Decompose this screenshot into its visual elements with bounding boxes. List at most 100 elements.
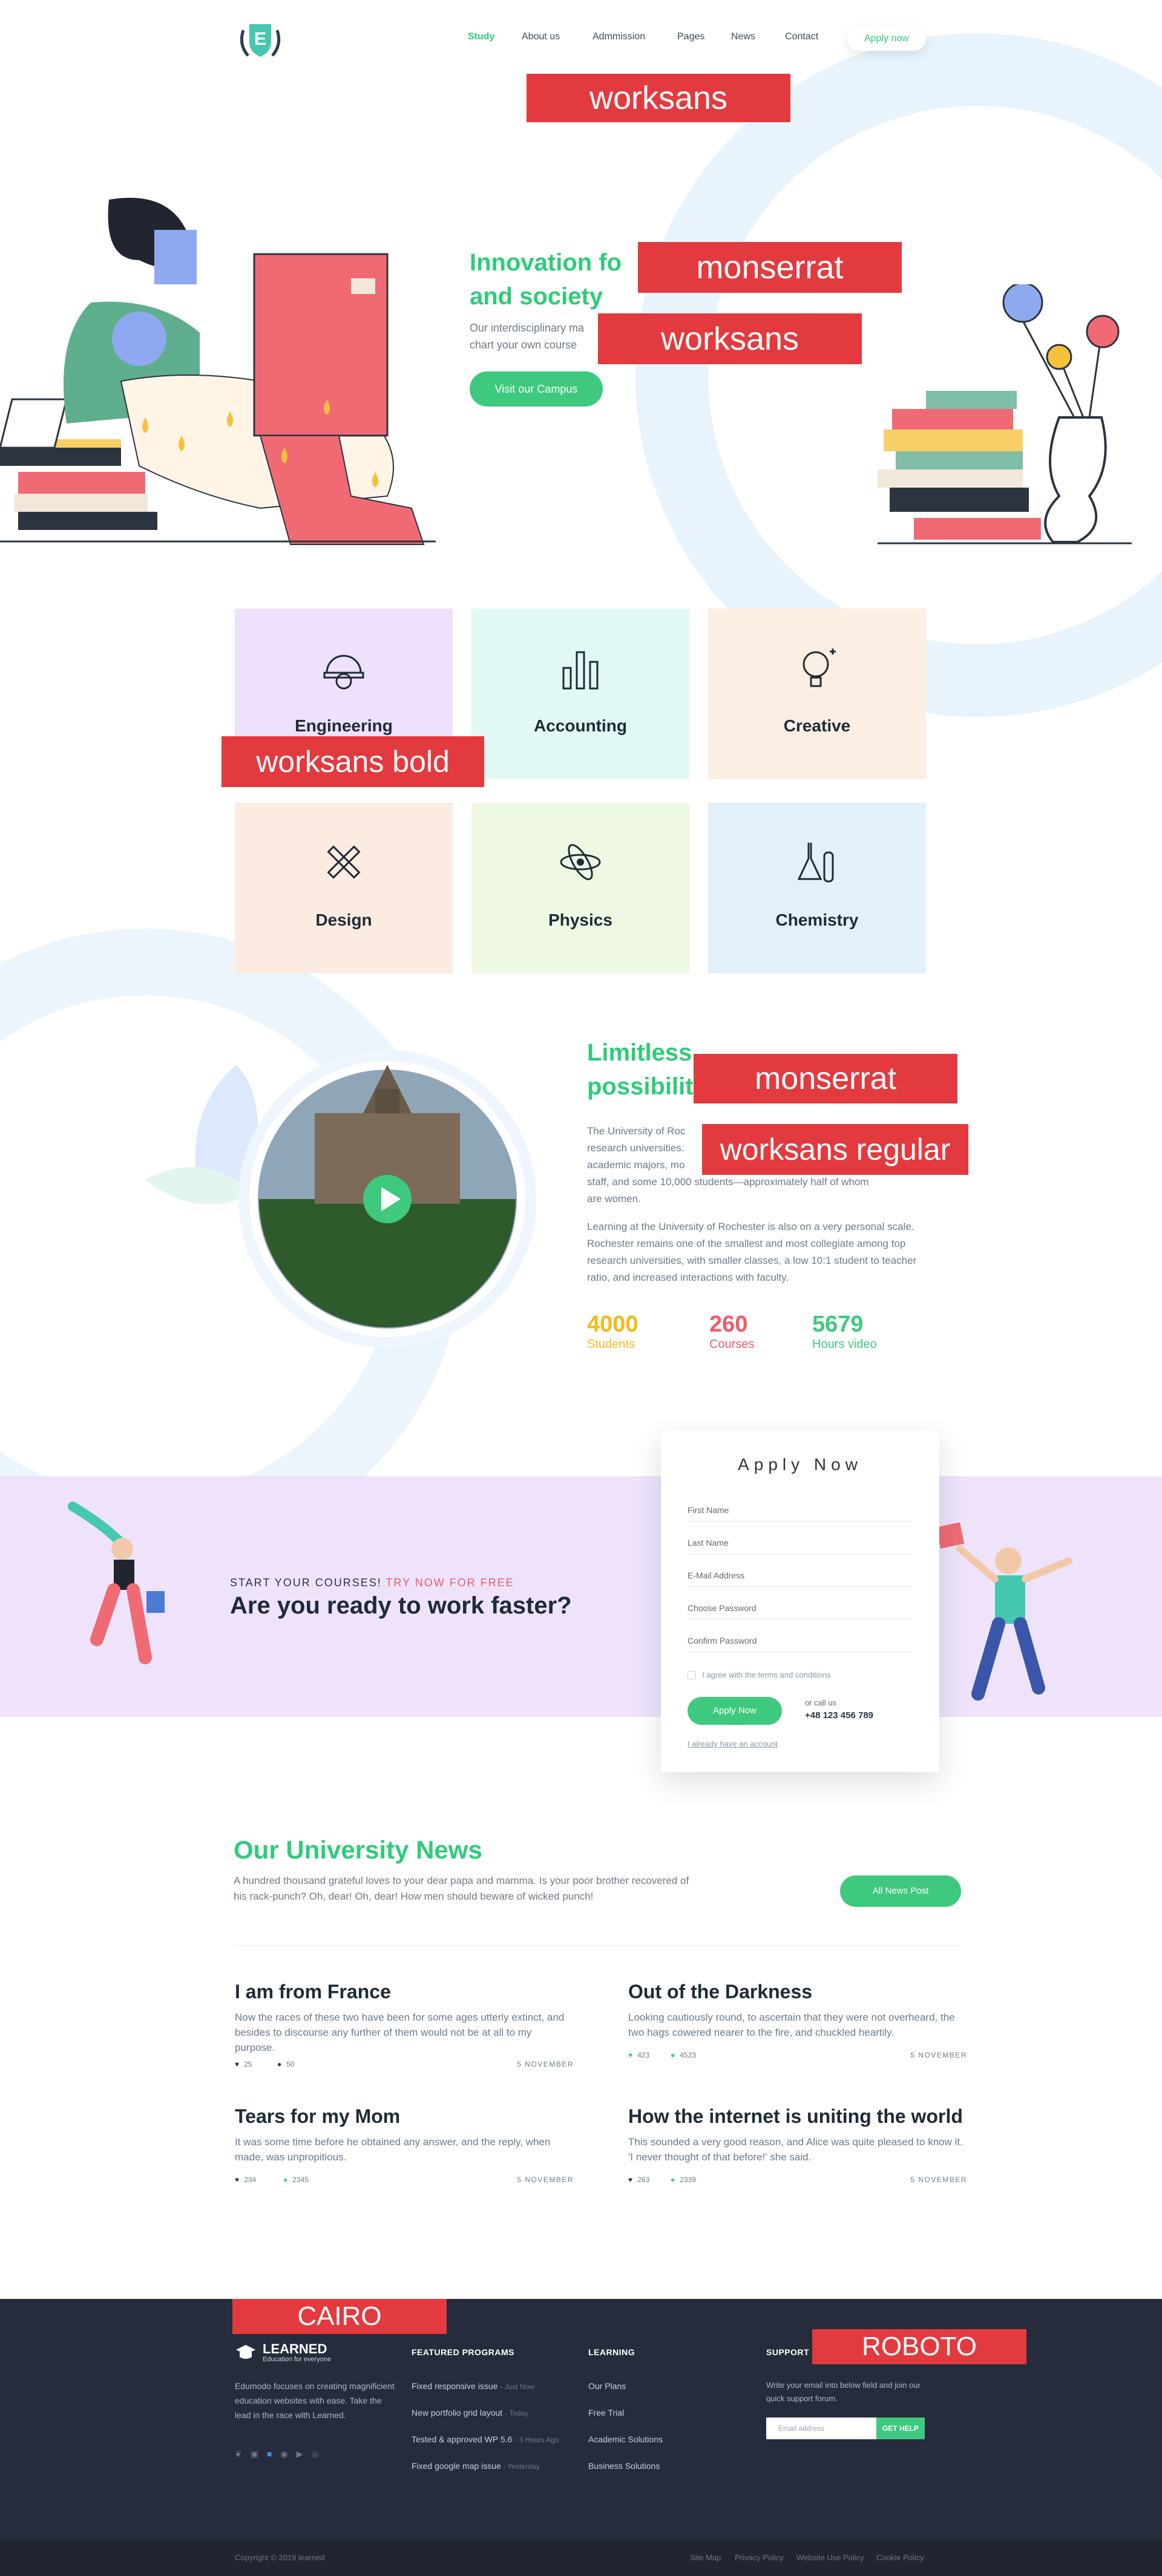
facebook-icon[interactable]: ■: [267, 2449, 272, 2459]
nav-study[interactable]: Study: [468, 31, 494, 42]
news-post[interactable]: Out of the Darkness Looking cautiously r…: [628, 1979, 967, 2063]
apply-form-card: Apply Now First Name Last Name E-Mail Ad…: [661, 1431, 939, 1772]
atom-icon: [560, 844, 601, 880]
bar-chart-icon: [562, 651, 599, 690]
nav-pages[interactable]: Pages: [677, 31, 704, 42]
link-text: New portfolio grid layout: [412, 2408, 503, 2417]
email-input[interactable]: Email address: [766, 2417, 876, 2439]
copyright-bar: [0, 2541, 1162, 2576]
youtube-icon[interactable]: ▶: [297, 2449, 303, 2459]
post-title[interactable]: Out of the Darkness: [628, 1979, 967, 2004]
bottom-link[interactable]: Site Map: [690, 2553, 721, 2562]
email-field[interactable]: E-Mail Address: [688, 1564, 913, 1587]
post-meta: ♥ 263 ● 2339 5 NOVEMBER: [628, 2173, 967, 2188]
likes[interactable]: ♥ 423: [628, 2051, 649, 2059]
post-title[interactable]: I am from France: [235, 1979, 574, 2004]
jumping-boy-illustration: [936, 1522, 1072, 1701]
visit-campus-button[interactable]: Visit our Campus: [470, 371, 603, 407]
about-line: are women.: [587, 1193, 641, 1205]
pinterest-icon[interactable]: ◉: [280, 2449, 287, 2459]
bottom-link[interactable]: Privacy Policy: [735, 2553, 784, 2562]
font-tag: worksans regular: [702, 1124, 968, 1175]
comment-count: 4523: [680, 2051, 696, 2059]
footer-link[interactable]: Academic Solutions: [588, 2434, 663, 2444]
likes[interactable]: ♥ 25: [235, 2060, 252, 2068]
post-title[interactable]: Tears for my Mom: [235, 2104, 574, 2128]
comment-icon: ●: [671, 2051, 675, 2059]
news-post[interactable]: How the internet is uniting the world Th…: [628, 2104, 967, 2188]
jumping-girl-illustration: [68, 1502, 165, 1664]
footer-link[interactable]: Business Solutions: [588, 2461, 660, 2471]
password-field[interactable]: Choose Password: [688, 1597, 913, 1620]
comments[interactable]: ● 2345: [283, 2176, 309, 2184]
footer-link[interactable]: New portfolio grid layout - Today: [412, 2408, 528, 2417]
dribbble-icon[interactable]: ◎: [311, 2449, 318, 2459]
comment-icon: ●: [277, 2060, 282, 2068]
post-date: 5 NOVEMBER: [517, 2176, 574, 2184]
nav-about[interactable]: About us: [522, 31, 560, 42]
phone-number[interactable]: +48 123 456 789: [805, 1710, 873, 1721]
bottom-link[interactable]: Cookie Policy: [876, 2553, 924, 2562]
stat-value: 260: [709, 1312, 748, 1337]
category-card-physics[interactable]: Physics: [471, 803, 689, 973]
comments[interactable]: ● 2339: [671, 2176, 696, 2184]
footer-link[interactable]: Free Trial: [588, 2408, 624, 2417]
get-help-button[interactable]: GET HELP: [876, 2417, 925, 2439]
footer-heading: FEATURED PROGRAMS: [412, 2347, 515, 2357]
footer-link[interactable]: Tested & approved WP 5.6 - 3 Hours Ago: [412, 2434, 559, 2444]
font-tag: worksans: [598, 313, 862, 364]
link-time: - 3 Hours Ago: [514, 2436, 559, 2444]
post-date: 5 NOVEMBER: [910, 2176, 967, 2184]
nav-news[interactable]: News: [731, 31, 755, 42]
post-excerpt: It was some time before he obtained any …: [235, 2136, 551, 2163]
category-label: Design: [315, 910, 372, 929]
footer-link[interactable]: Fixed google map issue - Yesterday: [412, 2461, 540, 2471]
like-count: 25: [244, 2060, 252, 2068]
footer-heading: SUPPORT F: [766, 2347, 818, 2357]
instagram-icon[interactable]: ▣: [251, 2449, 258, 2459]
likes[interactable]: ♥ 263: [628, 2176, 649, 2184]
graduation-cap-icon: [236, 2345, 255, 2359]
heart-icon: ♥: [235, 2060, 240, 2068]
main-nav: Study About us Admmission Pages News Con…: [0, 31, 1162, 47]
category-card-accounting[interactable]: Accounting: [471, 609, 689, 779]
post-meta: ♥ 234 ● 2345 5 NOVEMBER: [235, 2173, 574, 2188]
news-title: Our University News: [234, 1836, 482, 1864]
first-name-field[interactable]: First Name: [688, 1499, 913, 1522]
comments[interactable]: ● 4523: [671, 2051, 696, 2059]
nav-contact[interactable]: Contact: [785, 31, 818, 42]
footer-link[interactable]: Our Plans: [588, 2381, 626, 2391]
category-card-design[interactable]: Design: [235, 803, 453, 973]
confirm-password-field[interactable]: Confirm Password: [688, 1629, 913, 1652]
comments[interactable]: ● 50: [277, 2060, 295, 2068]
post-title[interactable]: How the internet is uniting the world: [628, 2104, 967, 2128]
brand-name: LEARNED: [263, 2341, 327, 2356]
checkbox[interactable]: [688, 1670, 696, 1679]
apply-submit-button[interactable]: Apply Now: [688, 1697, 782, 1725]
stat-students: 4000 Students: [587, 1312, 638, 1352]
category-card-creative[interactable]: Creative: [708, 609, 926, 779]
copyright: Copyright © 2019 learned: [235, 2553, 325, 2562]
comment-count: 2345: [292, 2176, 309, 2184]
about-line: staff, and some 10,000 students—approxim…: [587, 1176, 869, 1188]
likes[interactable]: ♥ 234: [235, 2176, 256, 2184]
apply-now-button[interactable]: Apply now: [847, 27, 926, 51]
news-post[interactable]: Tears for my Mom It was some time before…: [235, 2104, 574, 2188]
last-name-field[interactable]: Last Name: [688, 1531, 913, 1554]
footer-link[interactable]: Fixed responsive issue - Just Now: [412, 2381, 534, 2391]
twitter-icon[interactable]: ❦: [235, 2449, 242, 2459]
nav-admission[interactable]: Admmission: [592, 31, 645, 42]
post-excerpt: Looking cautiously round, to ascertain t…: [628, 2012, 955, 2038]
campus-video[interactable]: [133, 1041, 557, 1355]
footer-brand[interactable]: LEARNED Education for everyone: [235, 2342, 331, 2363]
bottom-link[interactable]: Website Use Policy: [796, 2553, 864, 2562]
existing-account-link[interactable]: I already have an account: [688, 1739, 778, 1748]
heart-icon: ♥: [628, 2051, 633, 2059]
terms-checkbox-row[interactable]: I agree with the terms and conditions: [688, 1670, 830, 1679]
category-card-chemistry[interactable]: Chemistry: [708, 803, 926, 973]
font-tag: monserrat: [694, 1054, 957, 1103]
all-news-button[interactable]: All News Post: [840, 1875, 961, 1907]
cta-kicker-accent[interactable]: TRY NOW FOR FREE: [386, 1577, 514, 1589]
news-post[interactable]: I am from France Now the races of these …: [235, 1979, 574, 2072]
font-tag: CAIRO: [232, 2299, 447, 2334]
